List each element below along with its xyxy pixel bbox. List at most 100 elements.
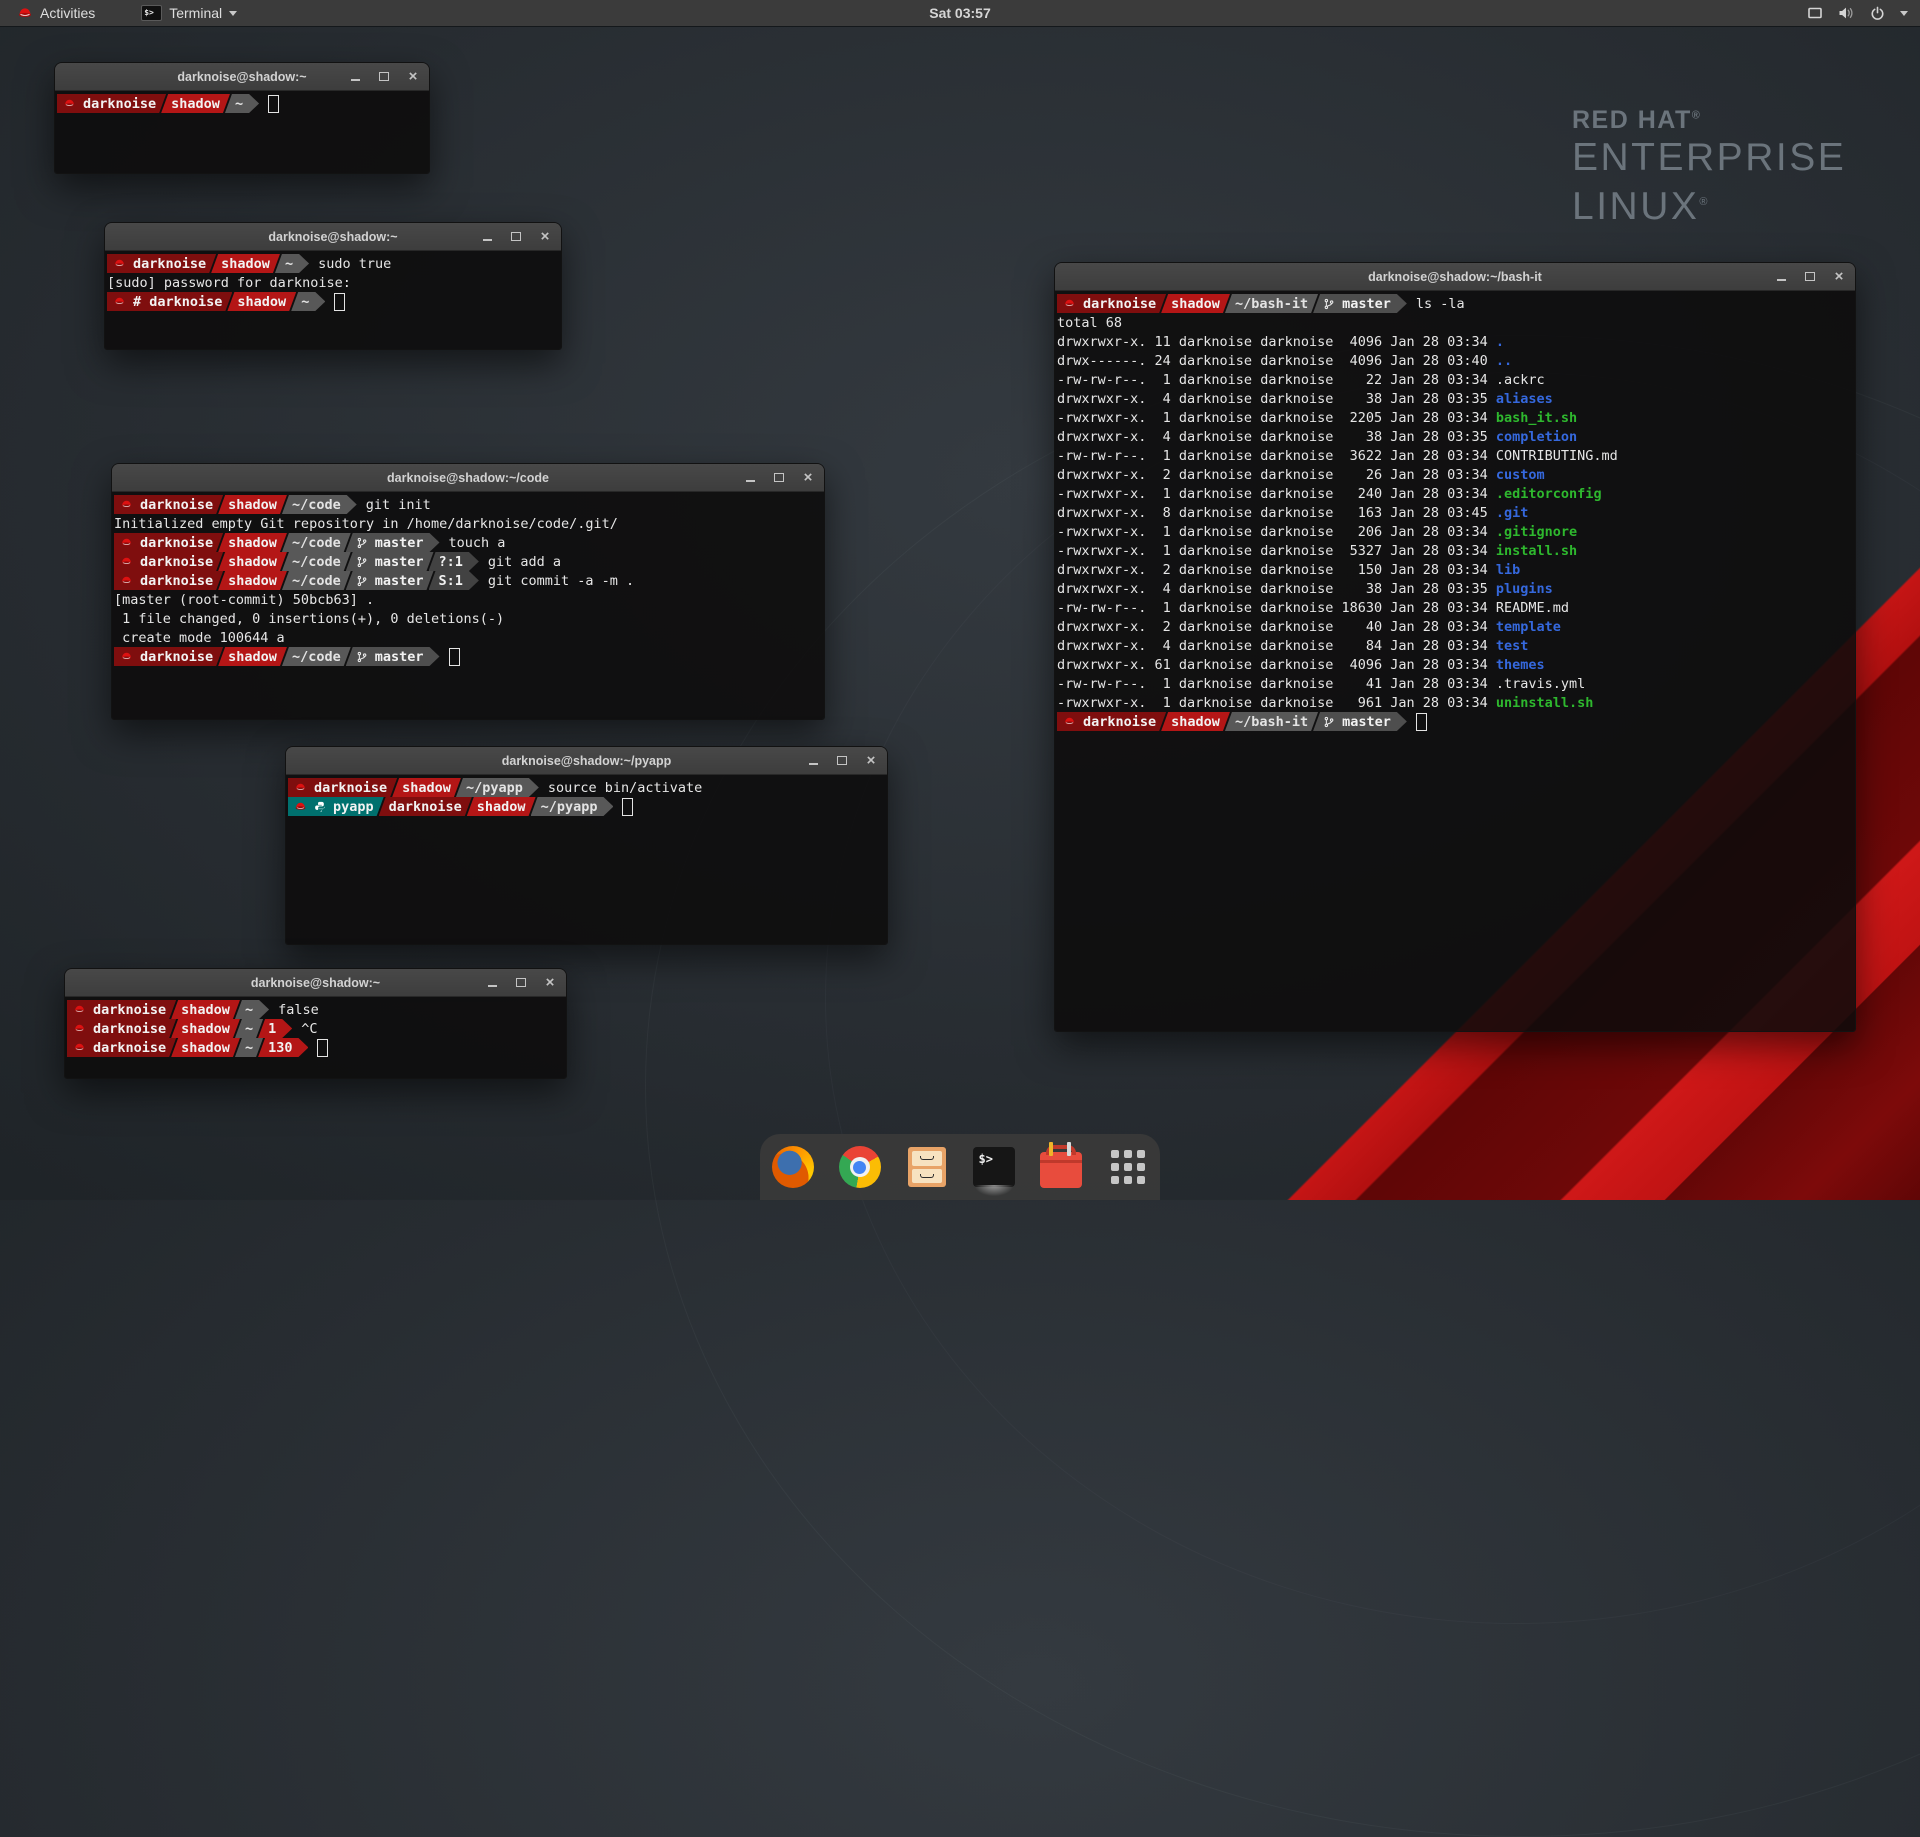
close-button[interactable]: ×	[407, 71, 419, 83]
window-title: darknoise@shadow:~	[251, 976, 380, 990]
minimize-button[interactable]	[807, 755, 819, 767]
terminal-text: drwx------. 24 darknoise darknoise 4096 …	[1057, 353, 1496, 369]
terminal-line: total 68	[1057, 313, 1853, 332]
prompt-segment-git2: ?:1	[429, 552, 479, 571]
dock-files[interactable]	[905, 1145, 949, 1189]
prompt-segment-user: darknoise	[114, 495, 223, 514]
dock-toolbox[interactable]	[1039, 1145, 1083, 1189]
window-titlebar[interactable]: darknoise@shadow:~ ×	[105, 223, 561, 251]
prompt-segment-host: shadow	[218, 552, 287, 571]
activities-button[interactable]: Activities	[8, 0, 104, 26]
terminal-text: git commit -a -m .	[488, 573, 634, 589]
terminal-line: pyappdarknoiseshadow~/pyapp	[288, 797, 885, 816]
terminal-line: -rwxrwxr-x. 1 darknoise darknoise 2205 J…	[1057, 408, 1853, 427]
terminal-content[interactable]: darknoiseshadow~falsedarknoiseshadow~1^C…	[65, 997, 566, 1078]
dock-chrome[interactable]	[838, 1145, 882, 1189]
close-button[interactable]: ×	[1833, 271, 1845, 283]
terminal-line: drwx------. 24 darknoise darknoise 4096 …	[1057, 351, 1853, 370]
terminal-content[interactable]: darknoiseshadow~/codegit initInitialized…	[112, 492, 824, 719]
window-indicator-icon[interactable]	[1807, 6, 1823, 20]
maximize-button[interactable]	[1804, 271, 1816, 283]
terminal-content[interactable]: darknoiseshadow~sudo true[sudo] password…	[105, 251, 561, 349]
maximize-button[interactable]	[510, 231, 522, 243]
terminal-line: darknoiseshadow~false	[67, 1000, 564, 1019]
maximize-button[interactable]	[836, 755, 848, 767]
prompt-segment-path: ~	[275, 254, 309, 273]
terminal-text: .git	[1496, 505, 1529, 521]
app-menu-terminal[interactable]: $> Terminal	[132, 0, 246, 26]
terminal-content[interactable]: darknoiseshadow~/bash-itmasterls -latota…	[1055, 291, 1855, 1031]
prompt-segment-user: darknoise	[114, 533, 223, 552]
terminal-line: [sudo] password for darknoise:	[107, 273, 559, 292]
power-icon[interactable]	[1870, 6, 1885, 21]
terminal-text: .	[1496, 334, 1504, 350]
terminal-cursor	[268, 95, 279, 113]
terminal-line: darknoiseshadow~/bash-itmaster	[1057, 712, 1853, 731]
redhat-icon	[1063, 715, 1076, 728]
terminal-content[interactable]: darknoiseshadow~	[55, 91, 429, 173]
terminal-window-code: darknoise@shadow:~/code × darknoiseshado…	[111, 463, 825, 720]
terminal-app-icon: $>	[141, 5, 162, 21]
terminal-text: aliases	[1496, 391, 1553, 407]
terminal-line: drwxrwxr-x. 2 darknoise darknoise 150 Ja…	[1057, 560, 1853, 579]
minimize-button[interactable]	[744, 472, 756, 484]
redhat-icon	[120, 536, 133, 549]
app-menu-label: Terminal	[169, 5, 222, 21]
clock[interactable]: Sat 03:57	[0, 5, 1920, 21]
prompt-segment-path: ~	[235, 1038, 263, 1057]
terminal-text: lib	[1496, 562, 1520, 578]
dock-firefox[interactable]	[771, 1145, 815, 1189]
dock-app-grid[interactable]	[1106, 1145, 1150, 1189]
terminal-content[interactable]: darknoiseshadow~/pyappsource bin/activat…	[286, 775, 887, 944]
terminal-text: sudo true	[318, 256, 391, 272]
terminal-text: themes	[1496, 657, 1545, 673]
terminal-cursor	[449, 648, 460, 666]
close-button[interactable]: ×	[539, 231, 551, 243]
minimize-button[interactable]	[486, 977, 498, 989]
close-button[interactable]: ×	[544, 977, 556, 989]
prompt-segment-user: darknoise	[114, 571, 223, 590]
minimize-button[interactable]	[481, 231, 493, 243]
terminal-text: drwxrwxr-x. 61 darknoise darknoise 4096 …	[1057, 657, 1496, 673]
terminal-text: drwxrwxr-x. 2 darknoise darknoise 26 Jan…	[1057, 467, 1496, 483]
rhel-logo-line2: ENTERPRISE	[1572, 135, 1846, 180]
dock-terminal[interactable]: $>	[972, 1145, 1016, 1189]
close-button[interactable]: ×	[802, 472, 814, 484]
volume-icon[interactable]	[1838, 6, 1855, 20]
maximize-button[interactable]	[773, 472, 785, 484]
redhat-icon	[1063, 297, 1076, 310]
close-button[interactable]: ×	[865, 755, 877, 767]
window-titlebar[interactable]: darknoise@shadow:~/bash-it ×	[1055, 263, 1855, 291]
prompt-segment-venv: pyapp	[288, 797, 384, 816]
terminal-text: plugins	[1496, 581, 1553, 597]
minimize-button[interactable]	[1775, 271, 1787, 283]
chevron-down-icon	[229, 11, 237, 16]
prompt-segment-path: ~/bash-it	[1225, 712, 1318, 731]
window-titlebar[interactable]: darknoise@shadow:~/code ×	[112, 464, 824, 492]
redhat-icon	[17, 5, 33, 21]
branch-icon	[1323, 298, 1335, 310]
terminal-line: darknoiseshadow~130	[67, 1038, 564, 1057]
terminal-line: -rw-rw-r--. 1 darknoise darknoise 41 Jan…	[1057, 674, 1853, 693]
window-titlebar[interactable]: darknoise@shadow:~/pyapp ×	[286, 747, 887, 775]
minimize-button[interactable]	[349, 71, 361, 83]
terminal-text: total 68	[1057, 315, 1122, 331]
terminal-window-home-2: darknoise@shadow:~ × darknoiseshadow~fal…	[64, 968, 567, 1079]
firefox-icon	[772, 1146, 814, 1188]
prompt-segment-err: 1	[258, 1019, 292, 1038]
window-titlebar[interactable]: darknoise@shadow:~ ×	[65, 969, 566, 997]
terminal-line: darknoiseshadow~/codegit init	[114, 495, 822, 514]
terminal-line: darknoiseshadow~1^C	[67, 1019, 564, 1038]
terminal-text: install.sh	[1496, 543, 1577, 559]
terminal-line: drwxrwxr-x. 2 darknoise darknoise 26 Jan…	[1057, 465, 1853, 484]
terminal-text: completion	[1496, 429, 1577, 445]
maximize-button[interactable]	[515, 977, 527, 989]
prompt-segment-user: darknoise	[57, 94, 166, 113]
maximize-button[interactable]	[378, 71, 390, 83]
window-titlebar[interactable]: darknoise@shadow:~ ×	[55, 63, 429, 91]
terminal-line: [master (root-commit) 50bcb63] .	[114, 590, 822, 609]
prompt-segment-path: ~/bash-it	[1225, 294, 1318, 313]
system-menu-caret-icon[interactable]	[1900, 11, 1908, 16]
terminal-text: [master (root-commit) 50bcb63] .	[114, 592, 374, 608]
prompt-segment-user: darknoise	[114, 552, 223, 571]
